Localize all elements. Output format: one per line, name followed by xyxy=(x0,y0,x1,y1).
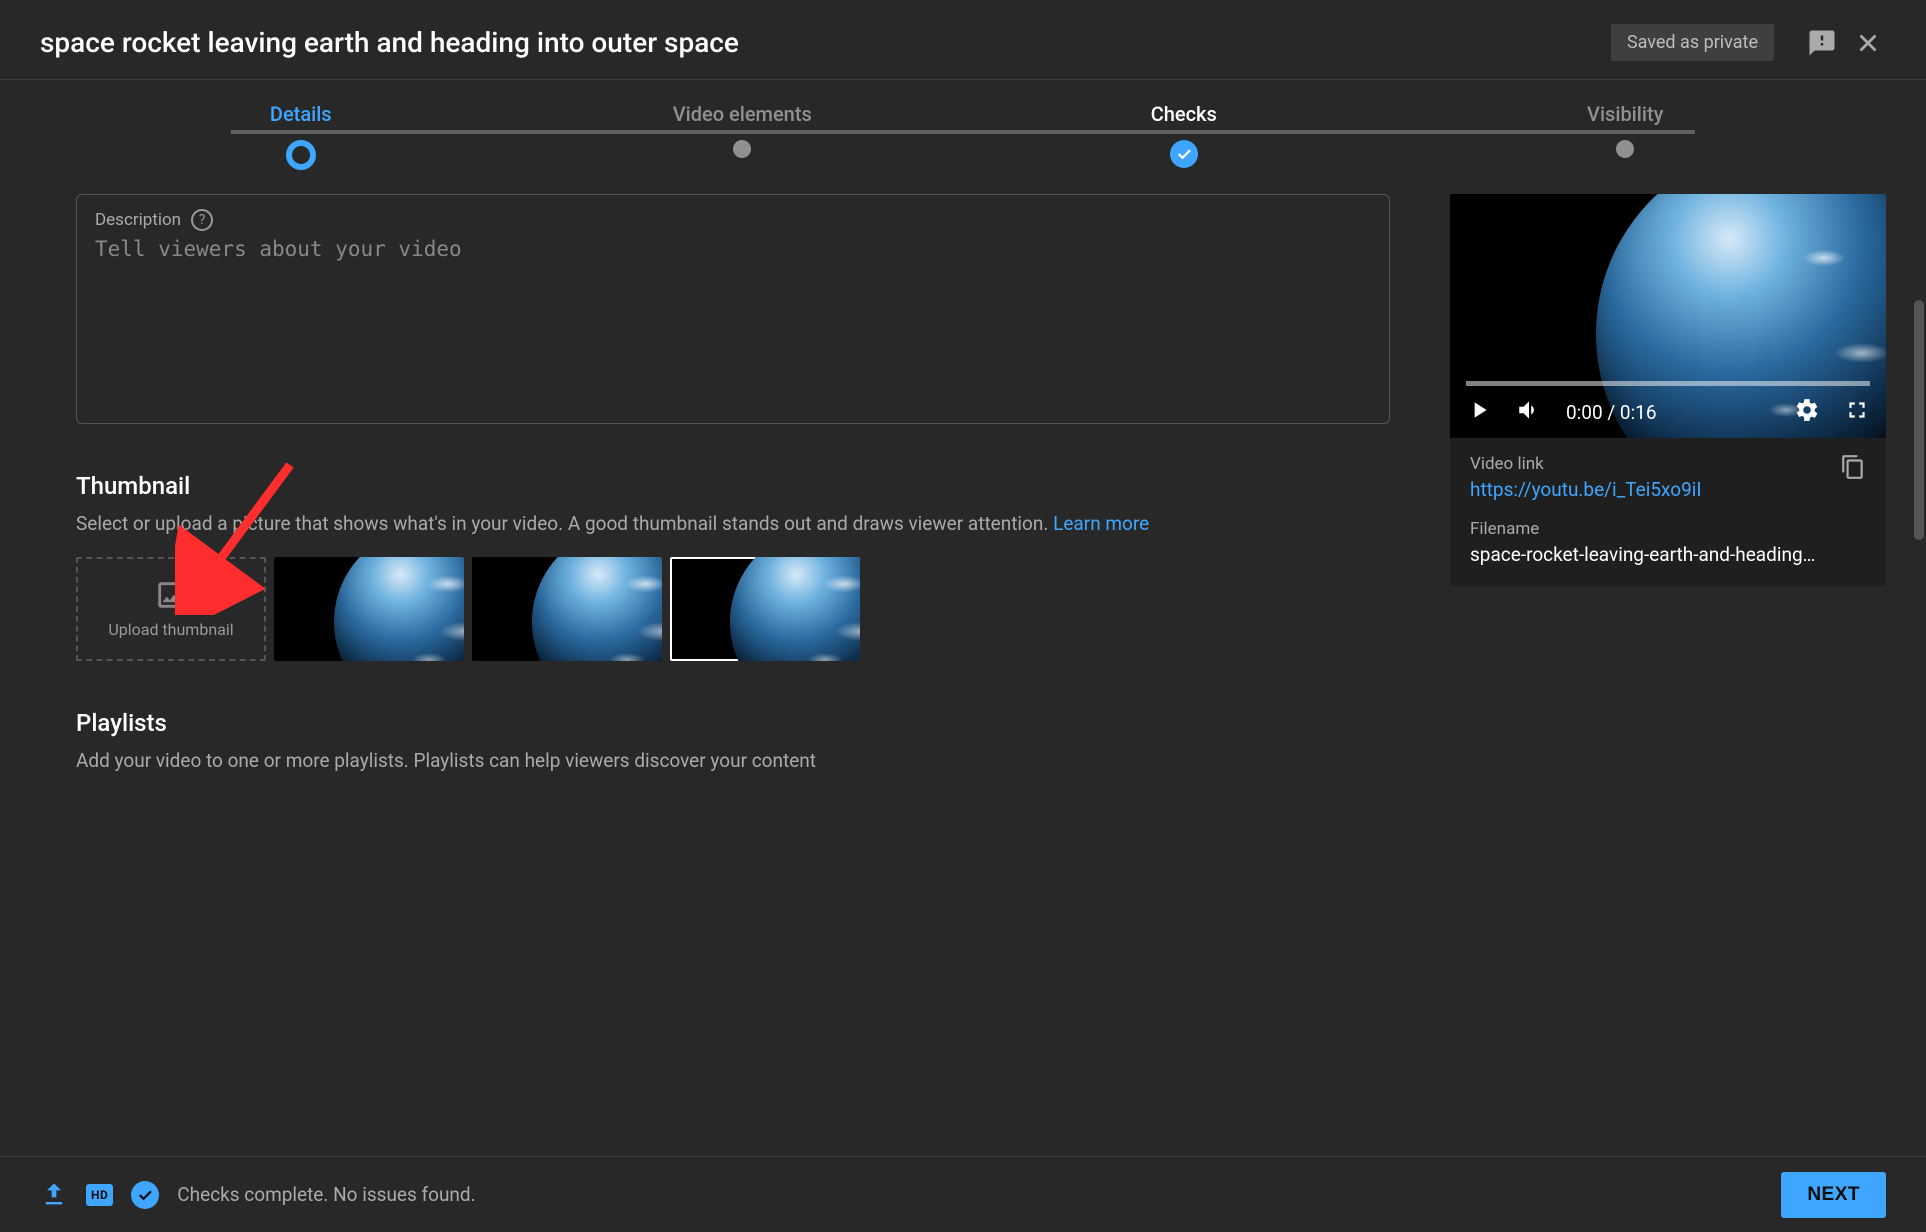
step-visibility[interactable]: Visibility xyxy=(1587,102,1663,126)
checks-complete-icon xyxy=(131,1181,159,1209)
playlists-heading: Playlists xyxy=(76,709,1390,737)
step-checks[interactable]: Checks xyxy=(1151,102,1217,126)
video-time: 0:00 / 0:16 xyxy=(1566,401,1657,424)
help-icon[interactable]: ? xyxy=(191,209,213,231)
close-icon[interactable] xyxy=(1850,25,1886,61)
play-icon[interactable] xyxy=(1466,397,1492,427)
description-field[interactable]: Description ? xyxy=(76,194,1390,424)
dialog-title: space rocket leaving earth and heading i… xyxy=(40,26,1611,60)
video-preview-card: 0:00 / 0:16 Video link h xyxy=(1450,194,1886,586)
step-details[interactable]: Details xyxy=(270,102,332,126)
video-link[interactable]: https://youtu.be/i_Tei5xo9iI xyxy=(1470,478,1828,501)
thumbnail-learn-more-link[interactable]: Learn more xyxy=(1053,512,1149,535)
thumbnail-option-3[interactable] xyxy=(670,557,860,661)
video-link-label: Video link xyxy=(1470,454,1828,474)
volume-icon[interactable] xyxy=(1516,397,1542,427)
description-textarea[interactable] xyxy=(95,237,1371,285)
footer-status-text: Checks complete. No issues found. xyxy=(177,1183,475,1206)
thumbnail-help-text: Select or upload a picture that shows wh… xyxy=(76,510,1390,539)
feedback-icon[interactable] xyxy=(1804,25,1840,61)
upload-status-icon xyxy=(40,1181,68,1209)
copy-link-icon[interactable] xyxy=(1840,454,1866,484)
video-preview[interactable]: 0:00 / 0:16 xyxy=(1450,194,1886,438)
upload-thumbnail-button[interactable]: Upload thumbnail xyxy=(76,557,266,661)
filename-label: Filename xyxy=(1470,519,1866,539)
fullscreen-icon[interactable] xyxy=(1844,397,1870,427)
scrollbar-thumb[interactable] xyxy=(1914,300,1924,540)
save-status-chip: Saved as private xyxy=(1611,24,1774,61)
hd-badge: HD xyxy=(86,1184,113,1206)
upload-thumbnail-label: Upload thumbnail xyxy=(108,620,233,639)
thumbnail-option-1[interactable] xyxy=(274,557,464,661)
settings-icon[interactable] xyxy=(1794,397,1820,427)
playlists-help-text: Add your video to one or more playlists.… xyxy=(76,747,1390,776)
thumbnail-heading: Thumbnail xyxy=(76,472,1390,500)
step-video-elements[interactable]: Video elements xyxy=(673,102,812,126)
description-label: Description xyxy=(95,210,181,230)
thumbnail-option-2[interactable] xyxy=(472,557,662,661)
stepper: Details Video elements Checks Visibility xyxy=(0,80,1926,170)
filename-value: space-rocket-leaving-earth-and-heading… xyxy=(1470,543,1866,566)
next-button[interactable]: NEXT xyxy=(1781,1172,1886,1218)
